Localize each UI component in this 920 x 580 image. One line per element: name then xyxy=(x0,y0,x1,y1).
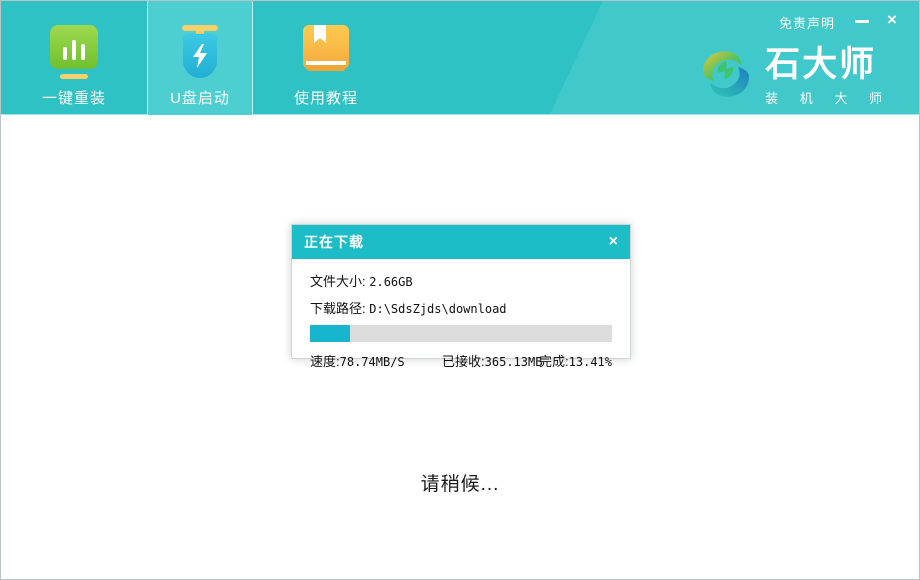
tab-one-click-reinstall[interactable]: 一键重装 xyxy=(21,1,127,115)
tab-bar: 一键重装 U盘启动 xyxy=(21,1,379,115)
logo-title: 石大师 xyxy=(765,45,891,85)
received-stat: 已接收:365.13MB xyxy=(442,351,539,370)
download-stats-row: 速度:78.74MB/S 已接收:365.13MB 完成:13.41% xyxy=(310,351,612,370)
window-close-button[interactable]: × xyxy=(881,9,903,31)
dialog-title: 正在下载 xyxy=(304,232,364,252)
speed-stat: 速度:78.74MB/S xyxy=(310,351,442,370)
dialog-close-button[interactable]: × xyxy=(609,234,618,250)
progress-bar-track xyxy=(310,325,612,342)
tab-tutorial[interactable]: 使用教程 xyxy=(273,1,379,115)
app-window: 一键重装 U盘启动 xyxy=(0,0,920,580)
chart-monitor-icon xyxy=(50,25,98,83)
book-icon xyxy=(303,25,349,83)
logo-subtitle: 装 机 大 师 xyxy=(765,88,891,107)
download-dialog: 正在下载 × 文件大小: 2.66GB 下载路径: D:\SdsZjds\dow… xyxy=(291,224,631,359)
file-size-value: 2.66GB xyxy=(369,275,412,289)
swirl-logo-icon xyxy=(697,45,755,103)
minimize-icon xyxy=(855,20,869,23)
minimize-button[interactable] xyxy=(851,11,873,31)
brand-logo: 石大师 装 机 大 师 xyxy=(697,45,891,107)
disclaimer-link[interactable]: 免责声明 xyxy=(779,13,835,32)
file-size-label: 文件大小: xyxy=(310,274,366,289)
usb-shield-icon xyxy=(174,25,226,83)
download-path-label: 下载路径: xyxy=(310,301,366,316)
please-wait-text: 请稍候... xyxy=(1,469,919,496)
download-path-row: 下载路径: D:\SdsZjds\download xyxy=(310,298,612,317)
progress-bar-fill xyxy=(310,325,350,342)
tab-label: U盘启动 xyxy=(170,87,230,108)
completed-stat: 完成:13.41% xyxy=(539,351,612,370)
dialog-body: 文件大小: 2.66GB 下载路径: D:\SdsZjds\download 速… xyxy=(292,259,630,370)
tab-usb-boot[interactable]: U盘启动 xyxy=(147,1,253,115)
file-size-row: 文件大小: 2.66GB xyxy=(310,271,612,290)
dialog-titlebar: 正在下载 × xyxy=(292,225,630,259)
tab-label: 一键重装 xyxy=(42,87,106,108)
header: 一键重装 U盘启动 xyxy=(1,1,919,115)
lightning-bolt-icon xyxy=(191,44,209,68)
download-path-value: D:\SdsZjds\download xyxy=(369,302,506,316)
tab-label: 使用教程 xyxy=(294,87,358,108)
